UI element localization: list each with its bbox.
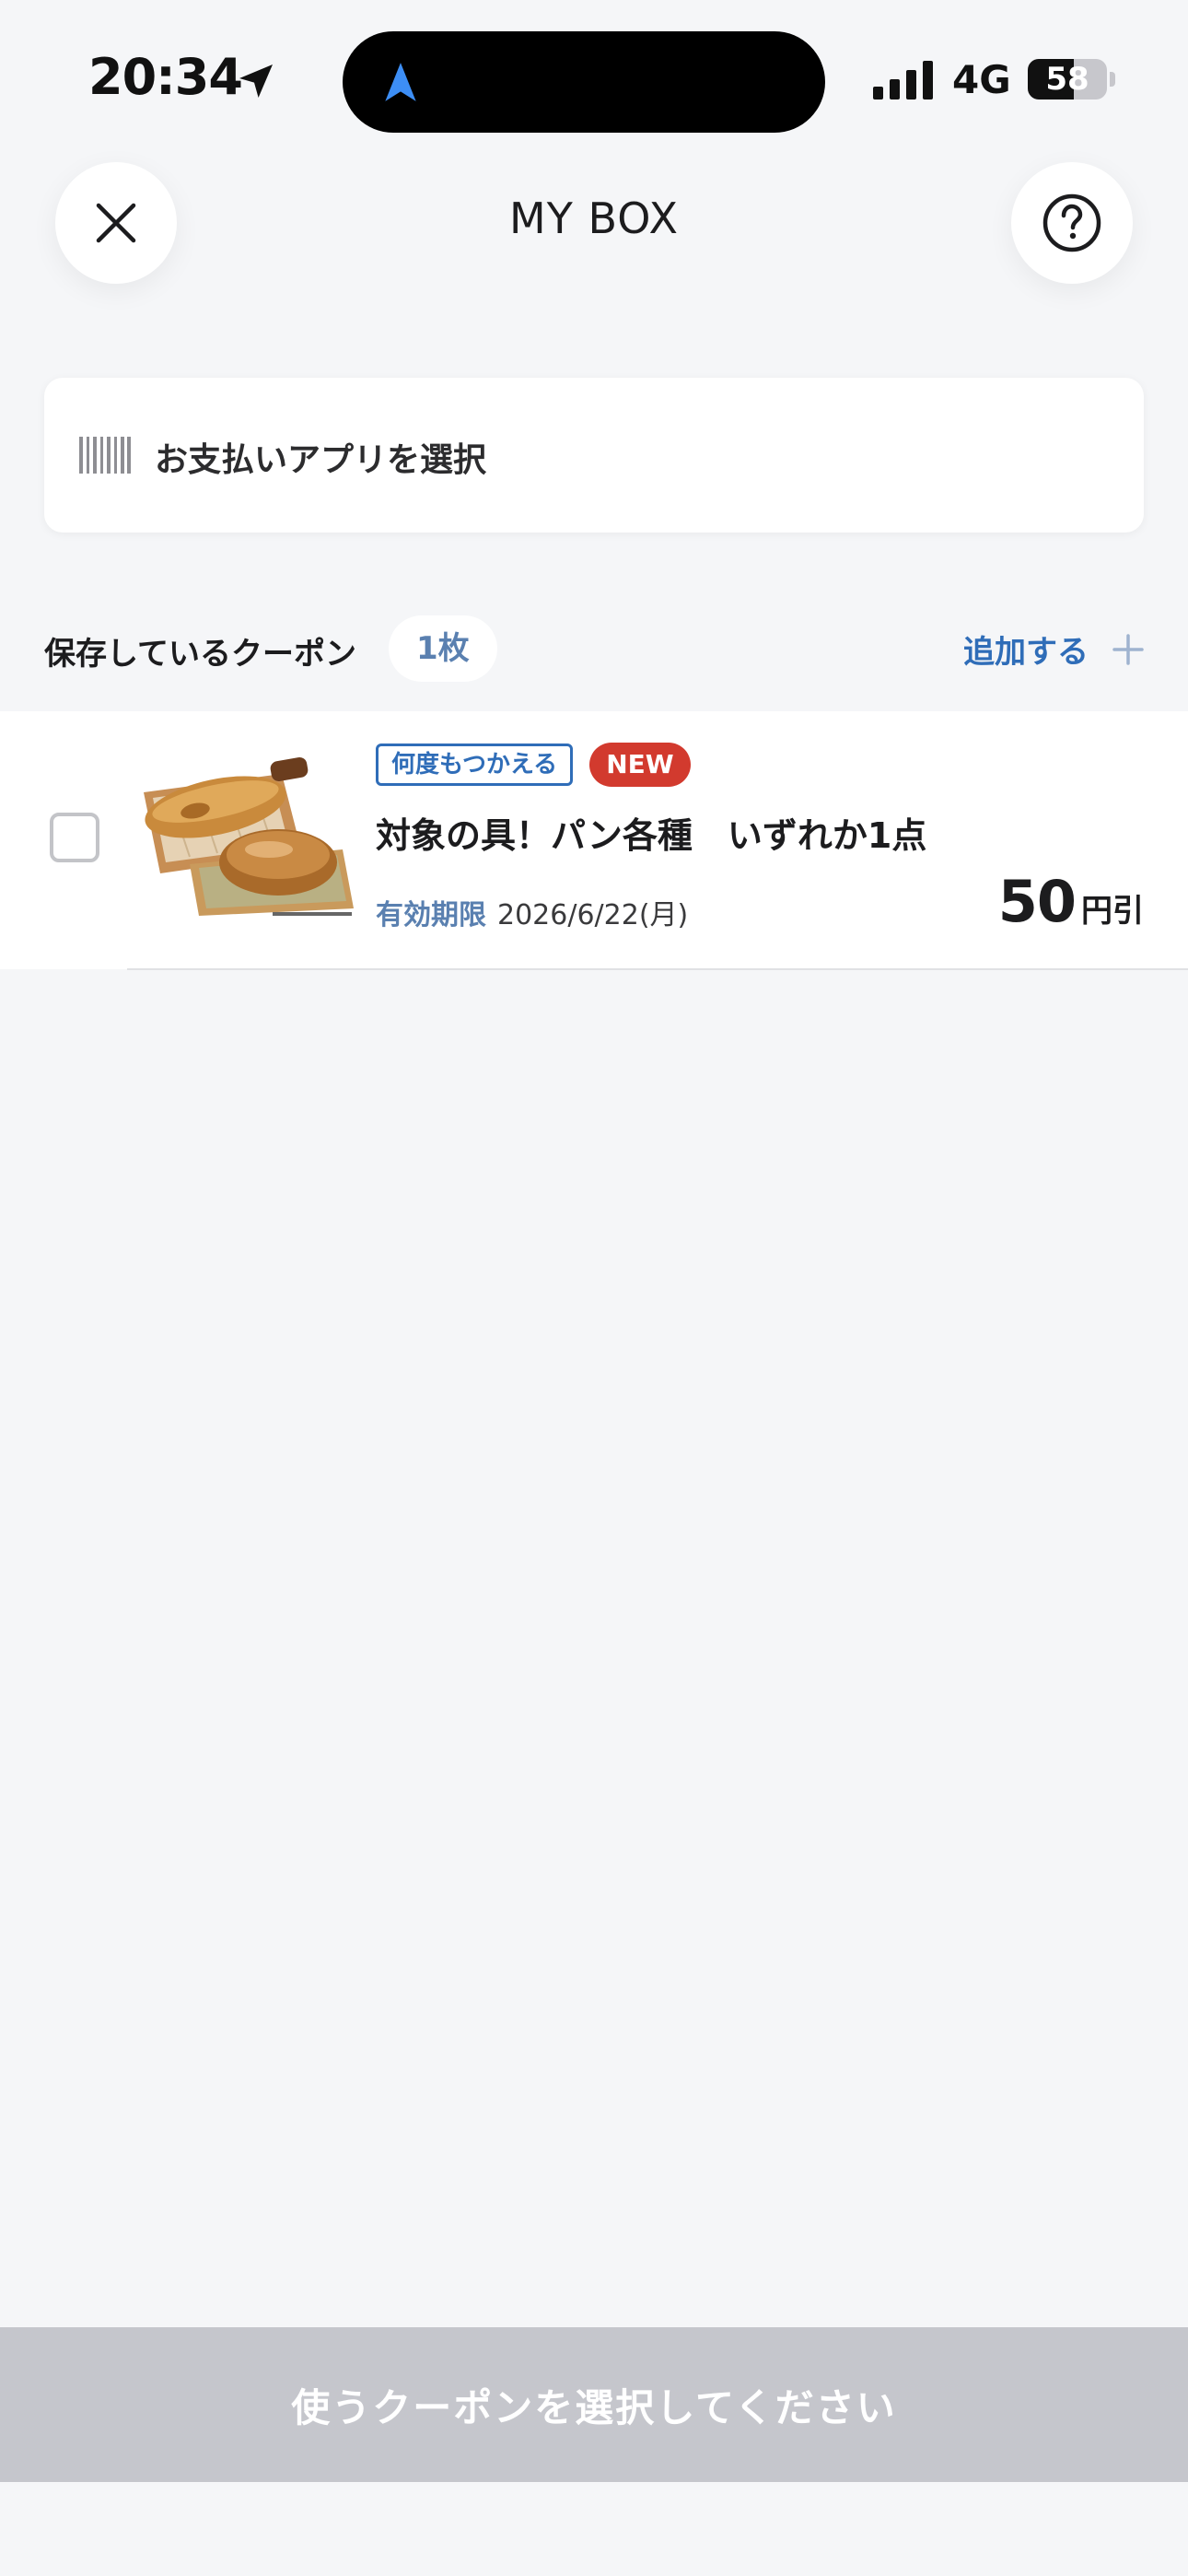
coupon-title: 対象の具！パン各種 いずれか1点 <box>376 815 927 856</box>
use-coupon-button[interactable]: 使うクーポンを選択してください <box>0 2327 1188 2482</box>
cellular-signal-icon <box>873 61 933 100</box>
battery-percent: 58 <box>1045 61 1089 98</box>
payment-app-label: お支払いアプリを選択 <box>155 441 487 479</box>
add-coupon-label: 追加する <box>963 634 1089 671</box>
row-divider <box>127 968 1188 970</box>
saved-coupons-label: 保存しているクーポン <box>44 636 356 673</box>
discount-unit: 円引 <box>1081 893 1144 930</box>
barcode-icon <box>79 437 131 474</box>
coupon-product-image <box>144 756 354 916</box>
network-type: 4G <box>952 57 1011 102</box>
navigation-icon <box>385 63 416 101</box>
add-coupon-button[interactable]: 追加する <box>963 626 1144 672</box>
expiry-label: 有効期限 <box>376 899 486 931</box>
coupon-count-badge: 1枚 <box>389 615 497 682</box>
plus-icon <box>1112 633 1144 665</box>
help-button[interactable] <box>1011 162 1133 284</box>
help-icon <box>1042 193 1101 252</box>
reusable-tag: 何度もつかえる <box>376 744 574 786</box>
new-badge: NEW <box>589 743 691 787</box>
coupon-checkbox[interactable] <box>50 813 99 862</box>
status-time: 20:34 <box>88 48 243 106</box>
battery-icon: 58 <box>1028 59 1116 100</box>
coupon-item[interactable]: 何度もつかえる NEW 対象の具！パン各種 いずれか1点 有効期限 2026/6… <box>0 711 1188 969</box>
discount-value: 50 <box>997 868 1077 935</box>
dynamic-island <box>343 31 825 133</box>
location-arrow-icon <box>239 64 273 98</box>
payment-app-selector[interactable]: お支払いアプリを選択 <box>44 378 1144 533</box>
page-title: MY BOX <box>509 193 679 243</box>
discount-amount: 50 円引 <box>998 868 1144 935</box>
coupon-tags: 何度もつかえる NEW <box>376 743 691 787</box>
status-bar: 20:34 4G 58 <box>0 0 1188 157</box>
expiry-date: 2026/6/22(月) <box>497 899 689 931</box>
